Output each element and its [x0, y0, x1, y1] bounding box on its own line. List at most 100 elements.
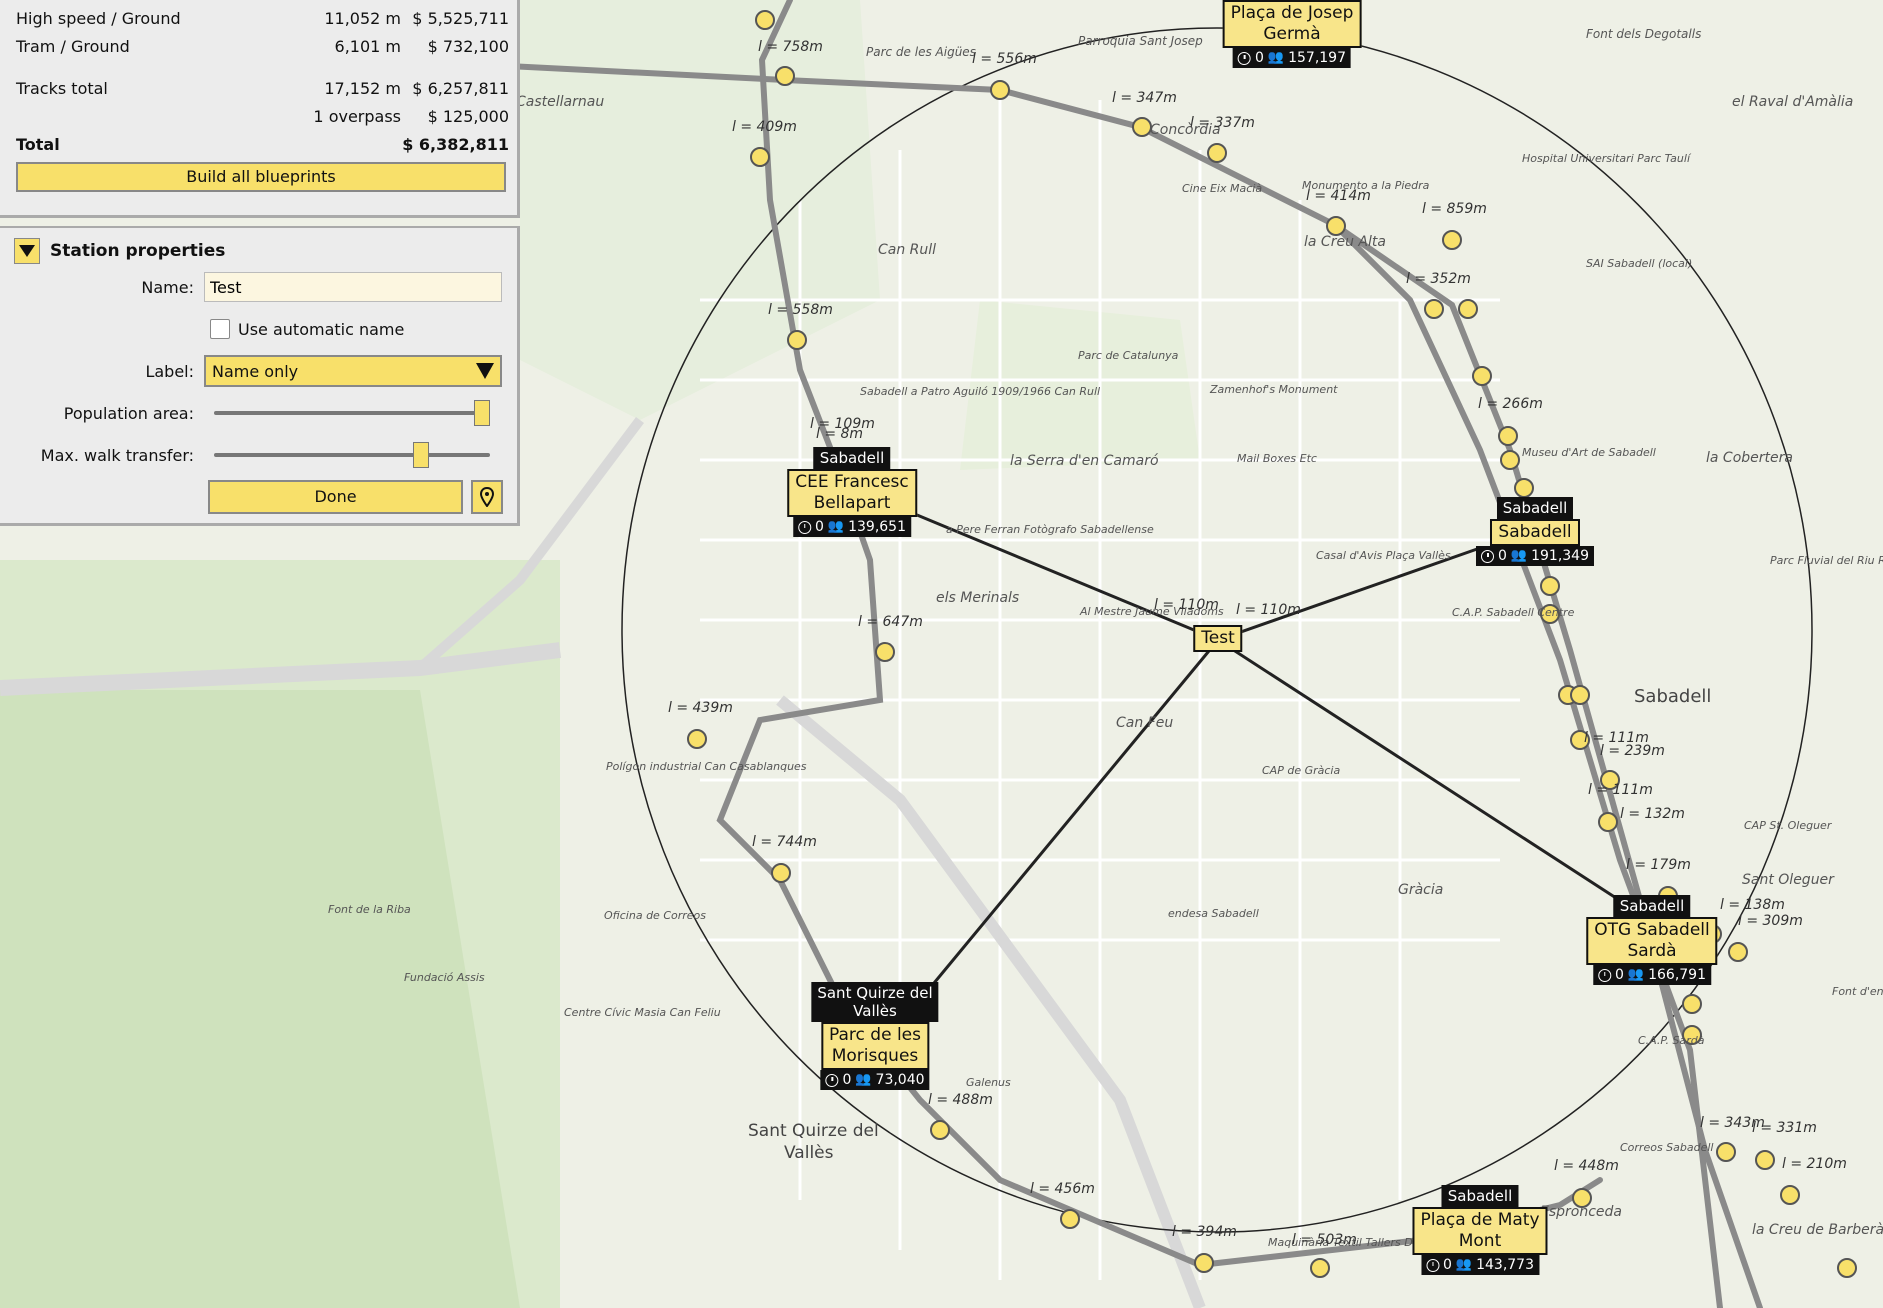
build-all-blueprints-button[interactable]: Build all blueprints: [16, 162, 506, 192]
done-button[interactable]: Done: [208, 480, 463, 514]
walk-label: Max. walk transfer:: [40, 445, 194, 465]
cost-amount: $ 732,100: [427, 36, 509, 56]
segment-label: l = 352m: [1406, 271, 1471, 287]
station-name[interactable]: Parc de les Morisques: [821, 1022, 929, 1070]
max-walk-transfer-slider[interactable]: [214, 440, 490, 470]
segment-label: l = 744m: [752, 834, 817, 850]
map-label: Oficina de Correos: [604, 909, 706, 922]
cost-amount: $ 5,525,711: [412, 8, 509, 28]
segment-label: l = 132m: [1620, 806, 1685, 822]
map-label: Font de la Riba: [328, 903, 411, 916]
cost-length: 11,052 m: [324, 8, 401, 28]
segment-label: l = 503m: [1292, 1232, 1357, 1248]
station-properties-header[interactable]: Station properties: [14, 236, 507, 266]
station-name[interactable]: OTG Sabadell Sardà: [1586, 917, 1718, 965]
slider-handle[interactable]: [474, 400, 490, 426]
cost-amount: $ 125,000: [427, 106, 509, 126]
station-label-placa-de-josep-germa[interactable]: Plaça de Josep Germà 0 👥 157,197: [1222, 0, 1362, 68]
segment-label: l = 409m: [732, 119, 797, 135]
clock-icon: [1480, 549, 1494, 563]
name-label: Name:: [141, 277, 194, 297]
slider-handle[interactable]: [413, 442, 429, 468]
cost-length: 17,152 m: [324, 78, 401, 98]
cost-label: Total: [16, 134, 60, 154]
clock-icon: [825, 1073, 839, 1087]
people-icon: 👥: [1627, 967, 1645, 982]
station-label-cee-francesc-bellapart[interactable]: Sabadell CEE Francesc Bellapart 0 👥 139,651: [787, 447, 917, 537]
station-name-input[interactable]: [204, 272, 502, 302]
station-label-test[interactable]: Test: [1193, 625, 1243, 652]
cost-amount: $ 6,382,811: [402, 134, 509, 154]
station-wait: 0: [1614, 967, 1624, 983]
segment-label: l = 210m: [1782, 1156, 1847, 1172]
segment-label: l = 647m: [858, 614, 923, 630]
station-stats: 0 👥 166,791: [1592, 965, 1711, 985]
segment-label: l = 347m: [1112, 90, 1177, 106]
city-label-line: Vallès: [784, 1143, 834, 1163]
map-label: Parc de les Aigües: [866, 45, 976, 59]
station-wait: 0: [814, 519, 824, 535]
cost-row: Tram / Ground 6,101 m $ 732,100: [16, 32, 509, 60]
map-label: SAI Sabadell (local): [1586, 257, 1692, 270]
station-name[interactable]: Sabadell: [1490, 519, 1580, 546]
map-label: Polígon industrial Can Casablanques: [606, 760, 807, 773]
map-label: C.A.P. Sardà: [1638, 1034, 1705, 1047]
station-population: 139,651: [848, 519, 906, 535]
map-label: a Pere Ferran Fotògrafo Sabadellense: [946, 523, 1154, 536]
station-wait: 0: [1497, 548, 1507, 564]
station-name[interactable]: Plaça de Maty Mont: [1412, 1207, 1548, 1255]
clock-icon: [1237, 51, 1251, 65]
label-label: Label:: [145, 361, 194, 381]
segment-label: l = 266m: [1478, 396, 1543, 412]
station-name[interactable]: Plaça de Josep Germà: [1222, 0, 1362, 48]
station-label-sabadell-east[interactable]: Sabadell Sabadell 0 👥 191,349: [1475, 497, 1595, 566]
auto-name-label: Use automatic name: [238, 319, 405, 339]
collapse-toggle[interactable]: [14, 238, 40, 264]
station-population: 143,773: [1476, 1257, 1534, 1273]
station-population: 157,197: [1288, 50, 1346, 66]
map-label: els Merinals: [936, 590, 1019, 606]
station-label-placa-de-maty-mont[interactable]: Sabadell Plaça de Maty Mont 0 👥 143,773: [1412, 1185, 1548, 1275]
map-label: CAP St. Oleguer: [1744, 819, 1833, 832]
segment-label: l = 556m: [972, 51, 1037, 67]
map-label: Font dels Degotalls: [1586, 27, 1701, 41]
station-name[interactable]: CEE Francesc Bellapart: [787, 469, 917, 517]
use-automatic-name-checkbox[interactable]: [210, 319, 230, 339]
map-label: Cine Eix Macià: [1182, 182, 1262, 195]
cost-summary-panel: High speed / Ground 11,052 m $ 5,525,711…: [0, 0, 520, 218]
station-name[interactable]: Test: [1193, 625, 1243, 652]
people-icon: 👥: [827, 519, 845, 534]
cost-row: Tracks total 17,152 m $ 6,257,811: [16, 74, 509, 102]
clock-icon: [1425, 1258, 1439, 1272]
city-label-line: Sant Quirze del: [748, 1121, 879, 1141]
map-label: Espronceda: [1540, 1204, 1622, 1220]
city-label-sabadell: Sabadell: [1634, 686, 1711, 707]
people-icon: 👥: [1510, 548, 1528, 563]
station-stats: 0 👥 139,651: [792, 517, 911, 537]
segment-label: l = 309m: [1738, 913, 1803, 929]
map-label: Galenus: [966, 1076, 1011, 1089]
clock-icon: [1597, 968, 1611, 982]
name-row: Name:: [14, 266, 507, 308]
label-select-value: Name only: [212, 361, 299, 381]
auto-name-row: Use automatic name: [14, 308, 507, 350]
station-label-parc-de-les-morisques[interactable]: Sant Quirze del Vallès Parc de les Morisque…: [811, 982, 939, 1090]
map-label: la Creu de Barberà: [1752, 1222, 1883, 1238]
station-label-otg-sabadell-sarda[interactable]: Sabadell OTG Sabadell Sardà 0 👥 166,791: [1586, 895, 1718, 985]
label-select[interactable]: Name only: [204, 355, 502, 387]
station-wait: 0: [1254, 50, 1264, 66]
segment-label: l = 394m: [1172, 1224, 1237, 1240]
population-area-slider[interactable]: [214, 398, 490, 428]
map-label: Sabadell a Patro Aguiló 1909/1966 Can Ru…: [860, 385, 1100, 398]
segment-label: l = 138m: [1720, 897, 1785, 913]
segment-label: l = 414m: [1306, 188, 1371, 204]
locate-pin-button[interactable]: [471, 480, 503, 514]
population-row: Population area:: [14, 392, 507, 434]
map-pin-icon: [480, 487, 494, 507]
station-city: Sant Quirze del Vallès: [811, 982, 939, 1022]
walk-row: Max. walk transfer:: [14, 434, 507, 476]
segment-label: l = 439m: [668, 700, 733, 716]
segment-label: l = 448m: [1554, 1158, 1619, 1174]
segment-label: l = 110m: [1236, 602, 1301, 618]
segment-label: l = 337m: [1190, 115, 1255, 131]
